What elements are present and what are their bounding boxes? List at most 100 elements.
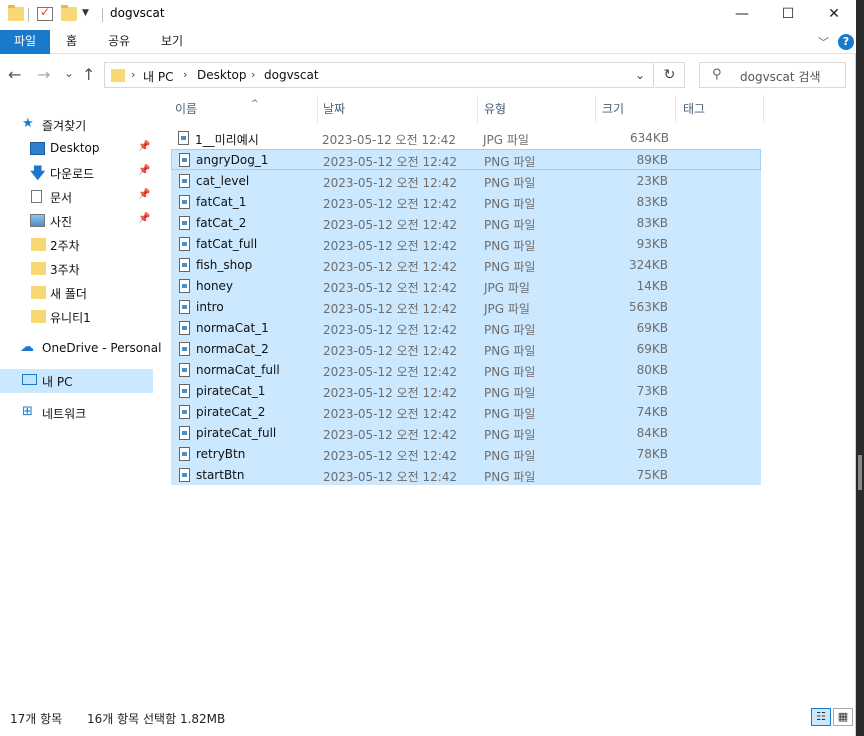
file-date: 2023-05-12 오전 12:42 (323, 344, 458, 358)
file-row[interactable]: 1__미리예시 2023-05-12 오전 12:42 JPG 파일 634KB (171, 128, 761, 149)
file-name: normaCat_1 (196, 321, 269, 335)
file-name: fatCat_1 (196, 195, 247, 209)
sidebar-item-label: 유니티1 (50, 311, 91, 325)
file-date: 2023-05-12 오전 12:42 (323, 386, 458, 400)
file-row[interactable]: fatCat_1 2023-05-12 오전 12:42 PNG 파일 83KB (171, 191, 761, 212)
quick-access-dropdown-icon[interactable]: ▼ (82, 8, 89, 18)
breadcrumb-desktop[interactable]: Desktop (197, 68, 247, 82)
sidebar-item[interactable]: 🡇 다운로드 📌 (0, 161, 153, 185)
file-row[interactable]: pirateCat_2 2023-05-12 오전 12:42 PNG 파일 74KB (171, 401, 761, 422)
file-type: JPG 파일 (484, 281, 530, 295)
details-view-button[interactable]: ☷ (811, 708, 831, 726)
chevron-down-icon[interactable]: ﹀ (818, 34, 829, 50)
file-row[interactable]: normaCat_2 2023-05-12 오전 12:42 PNG 파일 69KB (171, 338, 761, 359)
recent-locations-button[interactable]: ⌄ (64, 66, 74, 80)
file-size: 74KB (636, 405, 668, 419)
file-row[interactable]: honey 2023-05-12 오전 12:42 JPG 파일 14KB (171, 275, 761, 296)
pin-icon[interactable]: 📌 (138, 213, 150, 224)
pin-icon[interactable]: 📌 (138, 165, 150, 176)
image-file-icon (179, 174, 190, 188)
file-type: PNG 파일 (484, 470, 536, 484)
new-folder-icon[interactable] (61, 5, 77, 21)
sidebar-item-label: 즐겨찾기 (42, 119, 87, 133)
file-row[interactable]: pirateCat_1 2023-05-12 오전 12:42 PNG 파일 73KB (171, 380, 761, 401)
sidebar-item[interactable]: 새 폴더 (0, 281, 153, 305)
sidebar-item[interactable]: ☁ OneDrive - Personal (0, 337, 161, 361)
pin-icon[interactable]: 📌 (138, 189, 150, 200)
breadcrumb-separator-icon[interactable]: › (183, 68, 187, 81)
search-input[interactable]: ⚲ dogvscat 검색 (699, 62, 846, 88)
file-type: PNG 파일 (484, 407, 536, 421)
file-name: retryBtn (196, 447, 246, 461)
sidebar-item[interactable]: 유니티1 (0, 305, 153, 329)
file-type: JPG 파일 (483, 133, 529, 147)
sidebar-item[interactable]: 내 PC (0, 369, 153, 393)
search-icon: ⚲ (712, 67, 722, 82)
file-type: JPG 파일 (484, 302, 530, 316)
breadcrumb-dogvscat[interactable]: dogvscat (264, 68, 319, 82)
file-size: 89KB (636, 153, 668, 167)
tab-share[interactable]: 공유 (96, 30, 142, 54)
column-header-tags[interactable]: 태그 (676, 95, 764, 123)
file-row[interactable]: pirateCat_full 2023-05-12 오전 12:42 PNG 파일 8… (171, 422, 761, 443)
sidebar-item[interactable]: 2주차 (0, 233, 153, 257)
file-row[interactable]: startBtn 2023-05-12 오전 12:42 PNG 파일 75KB (171, 464, 761, 485)
column-header-date[interactable]: 날짜 (318, 95, 478, 123)
image-file-icon (179, 300, 190, 314)
sidebar-item[interactable]: ★ 즐겨찾기 (0, 113, 153, 137)
file-size: 324KB (628, 258, 668, 272)
item-count: 17개 항목 (10, 712, 63, 726)
file-row[interactable]: normaCat_full 2023-05-12 오전 12:42 PNG 파일 80… (171, 359, 761, 380)
divider (102, 8, 103, 22)
sidebar-item[interactable]: 사진 📌 (0, 209, 153, 233)
address-bar[interactable]: › 내 PC › Desktop › dogvscat ⌄ (104, 62, 654, 88)
folder-icon (111, 69, 125, 82)
document-icon (31, 190, 42, 203)
large-icons-view-button[interactable]: ▦ (833, 708, 853, 726)
file-row[interactable]: cat_level 2023-05-12 오전 12:42 PNG 파일 23KB (171, 170, 761, 191)
file-date: 2023-05-12 오전 12:42 (323, 176, 458, 190)
file-date: 2023-05-12 오전 12:42 (323, 239, 458, 253)
file-row[interactable]: intro 2023-05-12 오전 12:42 JPG 파일 563KB (171, 296, 761, 317)
title-bar: ▼ dogvscat — ☐ ✕ (0, 0, 856, 30)
file-row[interactable]: fish_shop 2023-05-12 오전 12:42 PNG 파일 324KB (171, 254, 761, 275)
folder-icon (31, 286, 46, 299)
chevron-down-icon[interactable]: ⌄ (635, 68, 645, 82)
file-row[interactable]: fatCat_full 2023-05-12 오전 12:42 PNG 파일 93KB (171, 233, 761, 254)
forward-button[interactable]: → (37, 65, 50, 84)
file-type: PNG 파일 (484, 260, 536, 274)
sidebar-item[interactable]: 문서 📌 (0, 185, 153, 209)
refresh-button[interactable]: ↻ (655, 62, 685, 88)
column-header-size[interactable]: 크기 (596, 95, 676, 123)
back-button[interactable]: ← (8, 65, 21, 84)
help-button[interactable]: ? (838, 34, 854, 50)
file-row[interactable]: retryBtn 2023-05-12 오전 12:42 PNG 파일 78KB (171, 443, 761, 464)
close-button[interactable]: ✕ (811, 0, 857, 30)
up-button[interactable]: ↑ (82, 65, 95, 84)
maximize-button[interactable]: ☐ (765, 0, 811, 30)
image-file-icon (179, 384, 190, 398)
breadcrumb-separator-icon[interactable]: › (131, 68, 135, 81)
breadcrumb-separator-icon[interactable]: › (251, 68, 255, 81)
breadcrumb-this-pc[interactable]: 내 PC (143, 68, 173, 85)
file-row[interactable]: angryDog_1 2023-05-12 오전 12:42 PNG 파일 89KB (171, 149, 761, 170)
file-row[interactable]: normaCat_1 2023-05-12 오전 12:42 PNG 파일 69KB (171, 317, 761, 338)
pin-icon[interactable]: 📌 (138, 141, 150, 152)
tab-file[interactable]: 파일 (0, 30, 50, 54)
column-header-type[interactable]: 유형 (478, 95, 596, 123)
properties-icon[interactable] (37, 5, 53, 21)
column-header-name[interactable]: ^ 이름 (171, 95, 318, 123)
file-date: 2023-05-12 오전 12:42 (322, 133, 457, 147)
tab-home[interactable]: 홈 (54, 30, 89, 54)
folder-icon (31, 310, 46, 323)
file-date: 2023-05-12 오전 12:42 (323, 302, 458, 316)
minimize-button[interactable]: — (719, 0, 765, 30)
sidebar-item[interactable]: 3주차 (0, 257, 153, 281)
file-size: 563KB (628, 300, 668, 314)
tab-view[interactable]: 보기 (149, 30, 195, 54)
image-file-icon (179, 321, 190, 335)
sidebar-item[interactable]: ⊞ 네트워크 (0, 401, 153, 425)
folder-icon (31, 238, 46, 251)
sidebar-item[interactable]: Desktop 📌 (0, 137, 153, 161)
file-row[interactable]: fatCat_2 2023-05-12 오전 12:42 PNG 파일 83KB (171, 212, 761, 233)
